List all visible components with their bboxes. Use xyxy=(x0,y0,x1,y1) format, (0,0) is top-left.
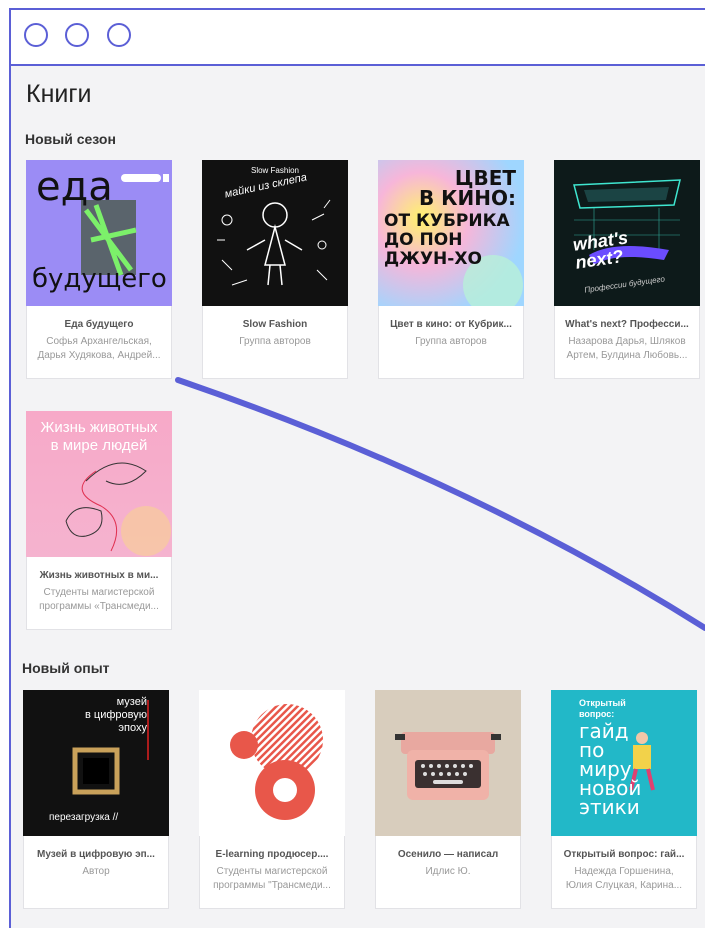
book-title[interactable]: Жизнь животных в ми... xyxy=(33,570,165,581)
window-button-minimize[interactable] xyxy=(65,23,89,47)
book-author: Студенты магистерской программы "Трансме… xyxy=(213,866,331,891)
book-title[interactable]: Еда будущего xyxy=(33,319,165,330)
book-cover[interactable]: Slow Fashion майки из склепа xyxy=(202,160,348,306)
book-card[interactable]: музей в цифровую эпоху перезагрузка // М… xyxy=(23,690,169,909)
books-page: Книги Новый сезон еда будущего Еда будущ… xyxy=(11,66,705,928)
book-author: Группа авторов xyxy=(239,336,311,347)
book-author: Автор xyxy=(82,866,110,877)
cover-text: в мире людей xyxy=(50,437,148,454)
cover-text: Жизнь животных xyxy=(40,419,158,436)
book-title[interactable]: Осенило — написал xyxy=(382,849,514,860)
book-card[interactable]: Жизнь животных в мире людей Жизнь животн… xyxy=(26,411,172,630)
cover-text: ОТ КУБРИКА xyxy=(384,211,510,231)
book-cover[interactable] xyxy=(375,690,521,836)
cover-text: в цифровую xyxy=(85,709,147,721)
cover-text: В КИНО: xyxy=(418,186,516,210)
book-title[interactable]: Slow Fashion xyxy=(209,319,341,330)
window-button-maximize[interactable] xyxy=(107,23,131,47)
book-cover[interactable]: Жизнь животных в мире людей xyxy=(26,411,172,557)
window-button-close[interactable] xyxy=(24,23,48,47)
book-author: Назарова Дарья, Шляков Артем, Булдина Лю… xyxy=(566,336,688,361)
cover-text: будущего xyxy=(32,264,167,294)
cover-text: перезагрузка // xyxy=(49,812,119,823)
cover-text: еда xyxy=(36,164,113,210)
book-card[interactable]: Открытый вопрос: гайд по миру новой этик… xyxy=(551,690,697,909)
cover-text: этики xyxy=(579,795,640,819)
book-cover[interactable] xyxy=(199,690,345,836)
cover-text: эпоху xyxy=(118,722,147,734)
cover-text: Slow Fashion xyxy=(250,166,300,175)
cover-text: ДО ПОН xyxy=(384,230,463,250)
book-cover[interactable]: Открытый вопрос: гайд по миру новой этик… xyxy=(551,690,697,836)
book-title[interactable]: What's next? Професси... xyxy=(561,319,693,330)
book-cover[interactable]: ЦВЕТ В КИНО: ОТ КУБРИКА ДО ПОН ДЖУН-ХО xyxy=(378,160,524,306)
book-author: Группа авторов xyxy=(415,336,487,347)
book-title[interactable]: Открытый вопрос: гай... xyxy=(558,849,690,860)
page-title: Книги xyxy=(26,80,92,108)
cover-text: Открытый xyxy=(579,698,626,708)
browser-window: Книги Новый сезон еда будущего Еда будущ… xyxy=(9,8,705,928)
book-card[interactable]: Осенило — написал Идлис Ю. xyxy=(375,690,521,909)
book-cover[interactable]: what's next? Профессии будущего xyxy=(554,160,700,306)
book-card[interactable]: Slow Fashion майки из склепа Slow Fashio… xyxy=(202,160,348,379)
book-cover[interactable]: музей в цифровую эпоху перезагрузка // xyxy=(23,690,169,836)
cover-text: ЦВЕТ xyxy=(454,166,516,190)
book-author: Студенты магистерской программы «Трансме… xyxy=(39,587,159,612)
book-cover[interactable]: еда будущего xyxy=(26,160,172,306)
section-title-new-experience: Новый опыт xyxy=(22,660,110,676)
book-author: Надежда Горшенина, Юлия Слуцкая, Карина.… xyxy=(565,866,683,891)
book-title[interactable]: Цвет в кино: от Кубрик... xyxy=(385,319,517,330)
book-card[interactable]: еда будущего Еда будущего Софья Архангел… xyxy=(26,160,172,379)
book-author: Идлис Ю. xyxy=(425,866,471,877)
book-title[interactable]: E-learning продюсер.... xyxy=(206,849,338,860)
title-bar xyxy=(11,10,705,66)
book-title[interactable]: Музей в цифровую эп... xyxy=(30,849,162,860)
book-card[interactable]: ЦВЕТ В КИНО: ОТ КУБРИКА ДО ПОН ДЖУН-ХО Ц… xyxy=(378,160,524,379)
section-title-new-season: Новый сезон xyxy=(25,131,116,147)
book-card[interactable]: E-learning продюсер.... Студенты магисте… xyxy=(199,690,345,909)
book-card[interactable]: what's next? Профессии будущего What's n… xyxy=(554,160,700,379)
cover-text: ДЖУН-ХО xyxy=(384,249,482,269)
book-author: Софья Архангельская, Дарья Худякова, Анд… xyxy=(37,336,161,361)
cover-text: музей xyxy=(116,696,147,708)
